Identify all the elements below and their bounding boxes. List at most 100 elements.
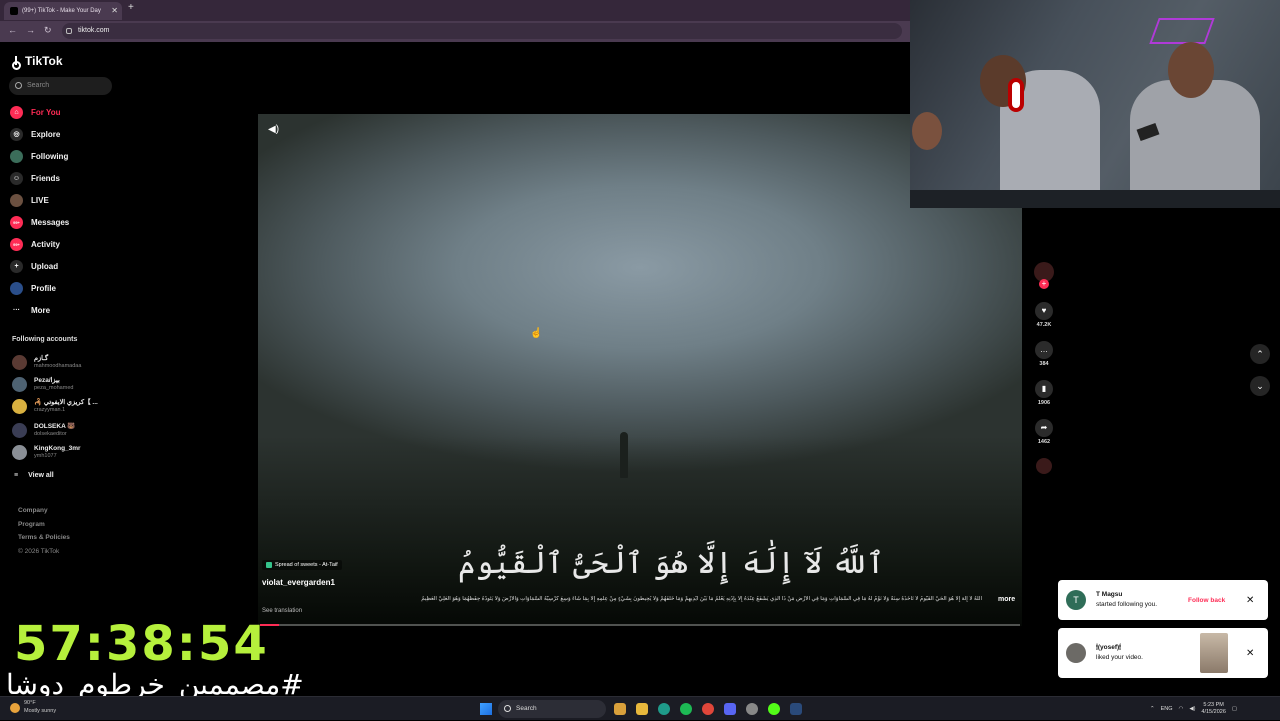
tiktok-logo[interactable]: TikTok — [12, 54, 63, 70]
compass-icon: ◎ — [10, 127, 23, 141]
spotify-icon[interactable] — [680, 703, 692, 715]
save-button[interactable]: ▮ 1906 — [1032, 380, 1056, 406]
follow-plus-icon[interactable]: + — [1039, 279, 1049, 289]
browser-tab[interactable]: (99+) TikTok - Make Your Day ✕ — [4, 2, 122, 20]
following-account[interactable]: DOLSEKA 🐻 dolsekaeditor — [12, 420, 122, 440]
avatar — [1066, 643, 1086, 663]
url-text: tiktok.com — [78, 27, 110, 34]
sidebar-item-live[interactable]: LIVE — [10, 192, 120, 208]
sidebar-item-friends[interactable]: ☺ Friends — [10, 170, 120, 186]
share-button[interactable]: ➦ 1462 — [1032, 419, 1056, 445]
following-account[interactable]: 🦂 كريزي الايفوتي【 ... crazyyman.1 — [12, 396, 122, 416]
music-icon — [266, 562, 272, 568]
account-handle: mahmoodhamadaa — [34, 362, 82, 369]
settings-icon[interactable] — [746, 703, 758, 715]
account-name: 🦂 كريزي الايفوتي【 ... — [34, 399, 98, 407]
chevron-down-icon: ⌄ — [1256, 381, 1264, 391]
account-name: DOLSEKA 🐻 — [34, 423, 76, 431]
sidebar-item-activity[interactable]: 99+ Activity — [10, 236, 120, 252]
reload-icon[interactable]: ↻ — [44, 25, 52, 36]
footer-link-program[interactable]: Program — [18, 518, 70, 532]
discord-icon[interactable] — [724, 703, 736, 715]
date: 4/15/2026 — [1201, 709, 1226, 715]
next-video-button[interactable]: ⌄ — [1250, 376, 1270, 396]
messages-badge: 99+ — [13, 219, 20, 225]
video-thumbnail[interactable] — [1200, 633, 1228, 673]
weather-desc: Mostly sunny — [24, 707, 57, 714]
kick-icon[interactable] — [768, 703, 780, 715]
footer-link-company[interactable]: Company — [18, 504, 70, 518]
close-tab-icon[interactable]: ✕ — [111, 2, 118, 20]
sidebar-item-for-you[interactable]: ⌂ For You — [10, 104, 120, 120]
mouse-cursor-icon: ☝ — [530, 328, 543, 339]
new-tab-button[interactable]: + — [128, 2, 134, 13]
taskbar-search[interactable]: Search — [498, 700, 606, 718]
steam-icon[interactable] — [790, 703, 802, 715]
sidebar-item-more[interactable]: ··· More — [10, 302, 120, 318]
wifi-icon[interactable]: ◠ — [1179, 706, 1184, 712]
account-handle: crazyyman.1 — [34, 406, 66, 413]
back-icon[interactable]: ← — [8, 25, 17, 35]
notification-bell-icon[interactable]: ▢ — [1232, 706, 1237, 712]
neon-light-decor — [1149, 18, 1215, 44]
sidebar-item-explore[interactable]: ◎ Explore — [10, 126, 120, 142]
follow-back-button[interactable]: Follow back — [1188, 597, 1225, 604]
chevron-up-icon[interactable]: ⌃ — [1150, 706, 1155, 712]
notification-text: started following you. — [1096, 601, 1158, 608]
search-input[interactable]: Search — [9, 77, 112, 95]
notification-like[interactable]: 🕯(yosef)🕯 liked your video. ✕ — [1058, 628, 1268, 678]
share-icon: ➦ — [1035, 419, 1053, 437]
home-icon: ⌂ — [10, 105, 23, 119]
video-caption: اللَّهُ لا إِلَهَ إِلا هُوَ الْحَيُّ الْ… — [421, 596, 982, 602]
sidebar-item-label: More — [31, 305, 51, 315]
footer-link-terms[interactable]: Terms & Policies — [18, 531, 70, 545]
like-button[interactable]: ♥ 47.2K — [1032, 302, 1056, 328]
clock[interactable]: 5:23 PM 4/15/2026 — [1201, 702, 1225, 716]
close-icon[interactable]: ✕ — [1246, 648, 1254, 659]
account-handle: peza_mohamed — [34, 384, 74, 391]
weather-widget[interactable]: 90°F Mostly sunny — [10, 700, 56, 715]
forward-icon[interactable]: → — [26, 25, 35, 35]
following-account[interactable]: KingKong_3mr ymh1077 — [12, 442, 122, 462]
music-disc-icon — [1036, 458, 1052, 474]
video-arabic-text: ٱللَّهُ لَآ إِلَٰهَ إِلَّا هُوَ ٱلْحَىُّ… — [458, 546, 885, 581]
video-author[interactable]: violat_evergarden1 — [262, 578, 335, 587]
copyright: © 2026 TikTok — [18, 547, 60, 555]
avatar — [12, 444, 27, 460]
video-player[interactable]: ◀) ☝ ٱللَّهُ لَآ إِلَٰهَ إِلَّا هُوَ ٱلْ… — [258, 114, 1022, 626]
language-indicator[interactable]: ENG — [1161, 706, 1173, 712]
following-account[interactable]: گـازم mahmoodhamadaa — [12, 352, 122, 372]
file-explorer-icon[interactable] — [636, 703, 648, 715]
sidebar-item-label: Upload — [31, 261, 59, 271]
edge-icon[interactable] — [658, 703, 670, 715]
upload-icon: + — [10, 259, 23, 273]
music-disc-button[interactable] — [1032, 458, 1056, 474]
following-account[interactable]: Peza/بيزا peza_mohamed — [12, 374, 122, 394]
sidebar-item-label: Profile — [31, 283, 56, 293]
windows-start-icon[interactable] — [480, 703, 492, 715]
caption-more-button[interactable]: more — [998, 596, 1015, 603]
notification-follow[interactable]: T T Magsu started following you. Follow … — [1058, 580, 1268, 620]
chrome-icon[interactable] — [702, 703, 714, 715]
view-all-button[interactable]: ≡ View all — [14, 472, 54, 479]
sidebar-item-upload[interactable]: + Upload — [10, 258, 120, 274]
see-translation-link[interactable]: See translation — [262, 608, 302, 614]
comment-button[interactable]: … 384 — [1032, 341, 1056, 367]
sidebar-item-profile[interactable]: Profile — [10, 280, 120, 296]
avatar — [12, 398, 27, 414]
music-tag[interactable]: Spread of sweets - At-Taif — [262, 560, 342, 570]
sidebar-item-messages[interactable]: 99+ Messages — [10, 214, 120, 230]
tiktok-logo-icon — [12, 55, 22, 70]
creator-avatar-button[interactable]: + — [1032, 262, 1056, 289]
sidebar-item-following[interactable]: Following — [10, 148, 120, 164]
video-progress-bar[interactable] — [260, 624, 1020, 626]
speaker-icon[interactable]: ◀) — [1189, 706, 1195, 712]
close-icon[interactable]: ✕ — [1246, 595, 1254, 606]
person-right — [1130, 80, 1260, 208]
previous-video-button[interactable]: ⌃ — [1250, 344, 1270, 364]
notification-name: T Magsu — [1096, 591, 1123, 599]
site-info-icon[interactable] — [66, 28, 72, 34]
url-field[interactable]: tiktok.com — [62, 23, 902, 39]
volume-icon[interactable]: ◀) — [268, 124, 279, 135]
copilot-icon[interactable] — [614, 703, 626, 715]
